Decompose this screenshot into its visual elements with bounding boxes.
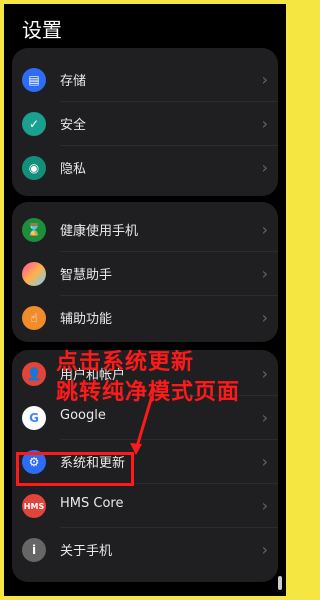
chevron-right-icon: › [261,540,268,559]
settings-item-privacy[interactable]: ◉ 隐私 › [12,146,278,190]
chevron-right-icon: › [261,220,268,239]
hms-icon: HMS [22,494,46,518]
settings-item-label: 安全 [60,118,87,133]
chevron-right-icon: › [261,308,268,327]
annotation-line-1: 点击系统更新 [56,350,195,375]
google-icon: G [22,406,46,430]
chevron-right-icon: › [261,114,268,133]
settings-item-about-phone[interactable]: i 关于手机 › [12,528,278,572]
settings-item-label: 健康使用手机 [60,224,139,239]
accessibility-icon: ☝ [22,306,46,330]
chevron-right-icon: › [261,364,268,383]
info-icon: i [22,538,46,562]
settings-item-label: 智慧助手 [60,268,113,283]
chevron-right-icon: › [261,264,268,283]
settings-card-1: ▤ 存储 › ✓ 安全 › ◉ 隐私 › [12,48,278,196]
chevron-right-icon: › [261,496,268,515]
highlight-box-system-update [16,452,134,486]
settings-item-label: 存储 [60,74,87,89]
settings-item-security[interactable]: ✓ 安全 › [12,102,278,146]
chevron-right-icon: › [261,408,268,427]
settings-item-label: 隐私 [60,162,87,177]
settings-item-label: 关于手机 [60,544,113,559]
storage-icon: ▤ [22,68,46,92]
chevron-right-icon: › [261,452,268,471]
shield-icon: ✓ [22,112,46,136]
settings-item-storage[interactable]: ▤ 存储 › [12,58,278,102]
settings-item-hms-core[interactable]: HMS HMS Core › [12,484,278,528]
annotation-line-2: 跳转纯净模式页面 [56,380,241,405]
scroll-indicator[interactable] [278,576,282,590]
settings-item-label: HMS Core [60,496,124,511]
chevron-right-icon: › [261,70,268,89]
settings-item-label: 辅助功能 [60,312,113,327]
chevron-right-icon: › [261,158,268,177]
page-title: 设置 [22,18,62,42]
settings-item-label: Google [60,408,106,423]
settings-item-accessibility[interactable]: ☝ 辅助功能 › [12,296,278,340]
user-icon: 👤 [22,362,46,386]
assistant-icon [22,262,46,286]
privacy-icon: ◉ [22,156,46,180]
settings-item-assistant[interactable]: 智慧助手 › [12,252,278,296]
settings-item-digital-balance[interactable]: ⌛ 健康使用手机 › [12,208,278,252]
settings-card-2: ⌛ 健康使用手机 › 智慧助手 › ☝ 辅助功能 › [12,202,278,342]
hourglass-icon: ⌛ [22,218,46,242]
settings-screen: 设置 ▤ 存储 › ✓ 安全 › ◉ 隐私 › ⌛ 健康使用手机 › 智慧助手 … [4,4,286,596]
